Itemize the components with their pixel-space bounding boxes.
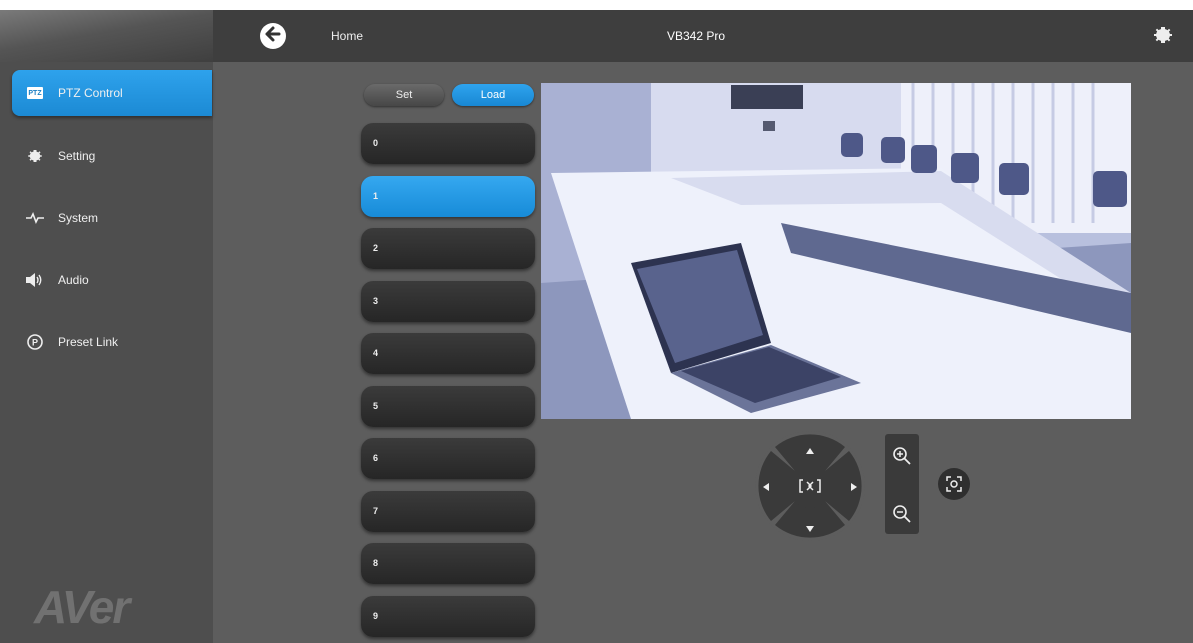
speaker-icon [26, 271, 44, 289]
preset-button[interactable]: 7 [361, 491, 535, 532]
camera-preview [541, 83, 1131, 419]
preset-number: 0 [373, 138, 379, 148]
sidebar-item-label: System [58, 211, 99, 225]
sidebar-item-system[interactable]: System [12, 195, 212, 241]
aver-logo: AVer [34, 581, 130, 633]
app-window: PTZ PTZ Control Setting System Audio P P… [0, 10, 1193, 643]
sidebar: PTZ PTZ Control Setting System Audio P P… [0, 10, 213, 643]
preset-button[interactable]: 9 [361, 596, 535, 637]
center-home-icon[interactable] [798, 478, 822, 494]
sidebar-item-audio[interactable]: Audio [12, 257, 212, 303]
preset-number: 3 [373, 296, 379, 306]
focus-reset-button[interactable] [938, 468, 970, 500]
preset-button[interactable]: 8 [361, 543, 535, 584]
settings-gear-icon[interactable] [1151, 23, 1175, 47]
zoom-out-icon[interactable] [890, 502, 914, 526]
zoom-in-icon[interactable] [890, 444, 914, 468]
preset-number: 2 [373, 243, 379, 253]
focus-reset-icon [944, 474, 964, 499]
preset-button[interactable]: 6 [361, 438, 535, 479]
zoom-controls [885, 434, 919, 534]
sidebar-item-label: Preset Link [58, 335, 119, 349]
preset-button[interactable]: 2 [361, 228, 535, 269]
gear-icon [26, 147, 44, 165]
sidebar-item-setting[interactable]: Setting [12, 133, 212, 179]
preset-number: 8 [373, 558, 379, 568]
left-arrow-icon[interactable] [761, 480, 771, 492]
sidebar-item-ptz-control[interactable]: PTZ PTZ Control [12, 70, 212, 116]
sidebar-item-label: Audio [58, 273, 89, 287]
breadcrumb[interactable]: Home [331, 29, 363, 43]
up-arrow-icon[interactable] [804, 443, 816, 454]
preset-button[interactable]: 5 [361, 386, 535, 427]
back-arrow-icon [264, 25, 282, 48]
top-bar: Home VB342 Pro [213, 10, 1193, 62]
preset-number: 9 [373, 611, 379, 621]
preset-button-selected[interactable]: 1 [361, 176, 535, 217]
preset-button[interactable]: 0 [361, 123, 535, 164]
preset-number: 1 [373, 191, 379, 201]
preset-number: 6 [373, 453, 379, 463]
sidebar-item-label: Setting [58, 149, 96, 163]
ptz-direction-pad [753, 429, 867, 543]
sidebar-item-label: PTZ Control [58, 86, 123, 100]
back-button[interactable] [260, 23, 286, 49]
preset-number: 4 [373, 348, 379, 358]
ptz-badge-icon: PTZ [26, 84, 44, 102]
preset-button[interactable]: 3 [361, 281, 535, 322]
sidebar-item-preset-link[interactable]: P Preset Link [12, 319, 212, 365]
set-preset-button[interactable]: Set [364, 84, 444, 106]
load-preset-button[interactable]: Load [452, 84, 534, 106]
right-arrow-icon[interactable] [849, 480, 859, 492]
preset-number: 5 [373, 401, 379, 411]
svg-text:P: P [32, 338, 38, 348]
preset-number: 7 [373, 506, 379, 516]
preset-link-icon: P [26, 333, 44, 351]
page-title: VB342 Pro [667, 29, 726, 43]
down-arrow-icon[interactable] [804, 521, 816, 532]
sidebar-header [0, 10, 213, 62]
pulse-icon [26, 209, 44, 227]
preset-button[interactable]: 4 [361, 333, 535, 374]
